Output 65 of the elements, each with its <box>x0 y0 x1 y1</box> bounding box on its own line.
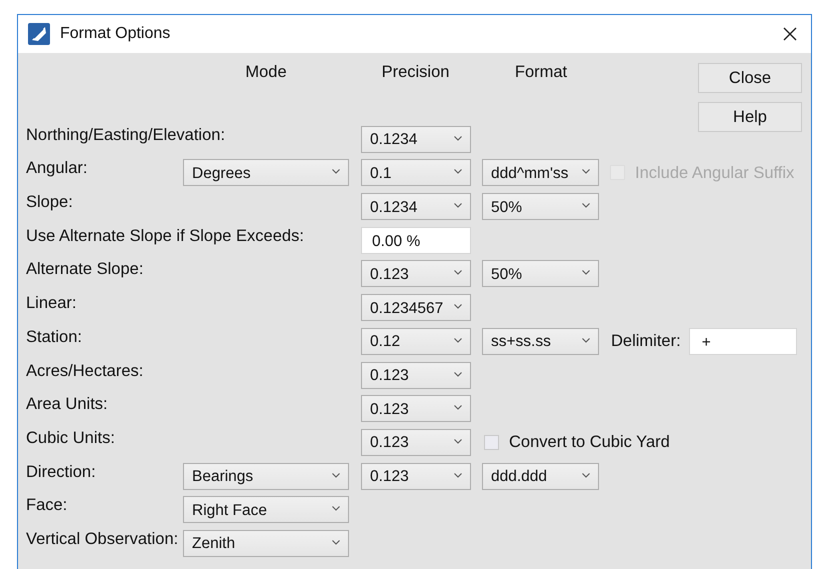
row-label: Station: <box>26 326 82 348</box>
field-label: Delimiter: <box>611 332 681 351</box>
chevron-icon <box>454 472 462 478</box>
chevron-icon <box>332 506 340 512</box>
chevron-icon <box>454 136 462 141</box>
dialog-button[interactable]: Close <box>698 63 802 93</box>
text-field[interactable]: + <box>688 328 797 355</box>
chevron-icon <box>582 338 590 343</box>
row-label: Angular: <box>26 158 88 180</box>
dropdown[interactable]: Bearings <box>183 462 349 490</box>
row-label: Cubic Units: <box>26 428 115 449</box>
chevron-icon <box>454 338 462 343</box>
row-label: Linear: <box>26 293 76 314</box>
dropdown[interactable]: ddd.ddd <box>482 462 599 490</box>
dropdown[interactable]: ss+ss.ss <box>482 328 599 355</box>
column-header: Format <box>514 63 568 82</box>
column-header: Precision <box>382 63 450 82</box>
chevron-icon <box>582 203 590 208</box>
dialog-button[interactable]: Help <box>698 102 802 132</box>
row-label: Vertical Observation: <box>26 528 178 550</box>
dropdown[interactable]: 0.1234 <box>361 193 471 220</box>
row-label: Northing/Easting/Elevation: <box>26 124 226 146</box>
checkbox-label: Include Angular Suffix <box>635 162 794 184</box>
app-icon <box>28 23 50 45</box>
chevron-icon <box>454 372 462 376</box>
checkbox-label: Convert to Cubic Yard <box>509 432 670 454</box>
chevron-icon <box>454 203 462 208</box>
dropdown[interactable]: 50% <box>482 260 599 288</box>
chevron-icon <box>454 169 462 174</box>
dropdown[interactable]: ddd^mm'ss <box>482 159 599 186</box>
row-label: Slope: <box>26 192 73 214</box>
chevron-icon <box>454 270 462 276</box>
column-header: Mode <box>245 63 287 82</box>
row-label: Alternate Slope: <box>26 259 144 280</box>
row-label: Area Units: <box>26 394 108 416</box>
chevron-icon <box>454 304 462 310</box>
row-label: Acres/Hectares: <box>26 360 144 382</box>
row-label: Use Alternate Slope if Slope Exceeds: <box>26 226 304 247</box>
dropdown[interactable]: 0.123 <box>361 428 471 456</box>
dropdown[interactable]: 0.123 <box>361 362 471 388</box>
chevron-icon <box>582 270 590 276</box>
text-field[interactable]: 0.00 % <box>361 226 471 254</box>
dropdown[interactable]: Right Face <box>183 496 349 524</box>
chevron-icon <box>332 169 340 174</box>
dropdown[interactable]: 0.1234567 <box>361 294 471 322</box>
dropdown[interactable]: 0.123 <box>361 462 471 490</box>
chevron-icon <box>332 472 340 478</box>
dropdown[interactable]: Zenith <box>183 530 349 557</box>
row-label: Face: <box>26 495 68 516</box>
dropdown[interactable]: 50% <box>482 193 599 220</box>
dropdown[interactable]: 0.123 <box>361 395 471 422</box>
chevron-icon <box>332 540 340 545</box>
checkbox[interactable] <box>484 434 499 450</box>
chevron-icon <box>454 405 462 410</box>
chevron-icon <box>454 438 462 444</box>
close-icon[interactable] <box>783 27 797 41</box>
chevron-icon <box>582 169 590 174</box>
dropdown[interactable]: 0.1234 <box>361 126 471 153</box>
row-label: Direction: <box>26 462 96 483</box>
dropdown[interactable]: 0.1 <box>361 159 471 186</box>
dropdown[interactable]: Degrees <box>183 159 349 186</box>
dropdown[interactable]: 0.123 <box>361 260 471 288</box>
chevron-icon <box>582 472 590 478</box>
dropdown[interactable]: 0.12 <box>361 328 471 355</box>
window-title: Format Options <box>60 25 172 43</box>
